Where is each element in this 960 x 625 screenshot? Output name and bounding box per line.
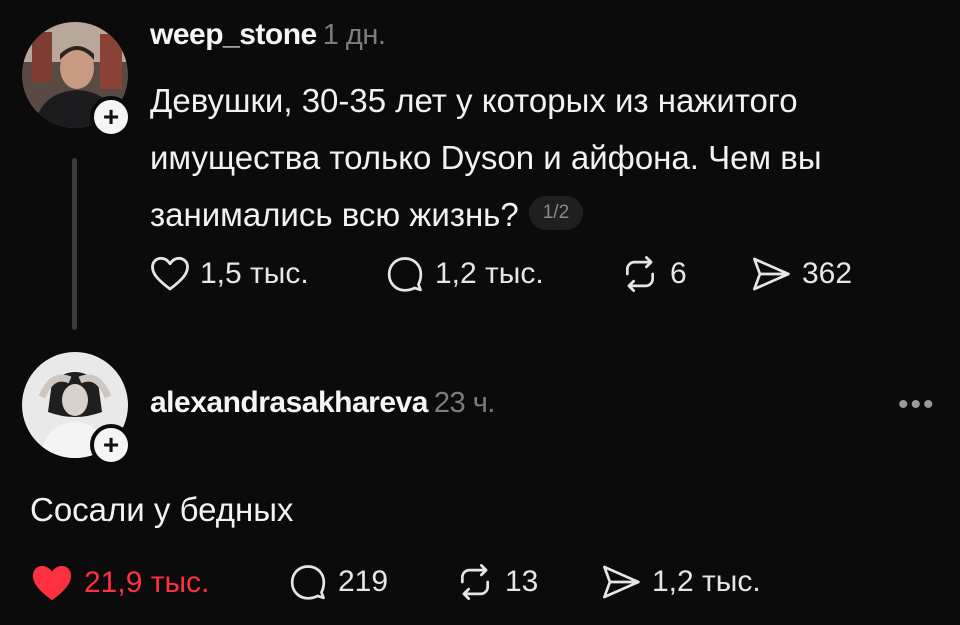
post-text-line: имущества только Dyson и айфона. Чем вы <box>150 139 822 176</box>
page-indicator: 1/2 <box>528 196 584 231</box>
share-count: 1,2 тыс. <box>652 565 761 598</box>
post-text-line3: занимались всю жизнь? <box>150 196 519 233</box>
repost-icon <box>460 564 490 600</box>
follow-plus-button[interactable]: + <box>90 96 132 138</box>
username-text[interactable]: weep_stone <box>150 18 317 51</box>
reply-button[interactable]: 1,2 тыс. <box>385 255 544 293</box>
heart-filled-icon <box>32 565 72 601</box>
repost-icon <box>625 256 655 292</box>
comment-icon <box>387 257 423 292</box>
repost-button[interactable]: 13 <box>455 563 538 601</box>
post-username[interactable]: weep_stone 1 дн. <box>150 18 386 52</box>
heart-outline-icon <box>151 256 189 291</box>
reply-button[interactable]: 219 <box>288 563 388 601</box>
post-text: Девушки, 30-35 лет у которых из нажитого… <box>150 72 950 243</box>
reply-count: 219 <box>338 565 389 598</box>
share-button[interactable]: 1,2 тыс. <box>600 563 761 601</box>
like-button[interactable]: 21,9 тыс. <box>30 563 209 603</box>
more-dots-icon[interactable]: ••• <box>898 388 936 422</box>
share-count: 362 <box>802 257 853 290</box>
post-text-line: Девушки, 30-35 лет у которых из нажитого <box>150 82 798 119</box>
follow-plus-button[interactable]: + <box>90 424 132 466</box>
username-text[interactable]: alexandrasakhareva <box>150 386 428 419</box>
comment-icon <box>290 565 326 600</box>
repost-button[interactable]: 6 <box>620 255 687 293</box>
reply-text: Сосали у бедных <box>30 481 293 538</box>
send-icon <box>753 257 790 291</box>
post-username[interactable]: alexandrasakhareva 23 ч. <box>150 386 495 420</box>
thread-line <box>72 158 77 330</box>
post-time: 1 дн. <box>322 19 386 51</box>
reply-count: 1,2 тыс. <box>435 257 544 290</box>
post-time: 23 ч. <box>433 387 495 419</box>
share-button[interactable]: 362 <box>750 255 852 293</box>
like-button[interactable]: 1,5 тыс. <box>150 255 309 293</box>
repost-count: 13 <box>505 565 539 598</box>
repost-count: 6 <box>670 257 687 290</box>
send-icon <box>603 565 640 599</box>
like-count: 21,9 тыс. <box>84 566 210 599</box>
like-count: 1,5 тыс. <box>200 257 309 290</box>
reply-text-line: Сосали у бедных <box>30 491 294 528</box>
post-text-line: занимались всю жизнь? 1/2 <box>150 186 950 243</box>
